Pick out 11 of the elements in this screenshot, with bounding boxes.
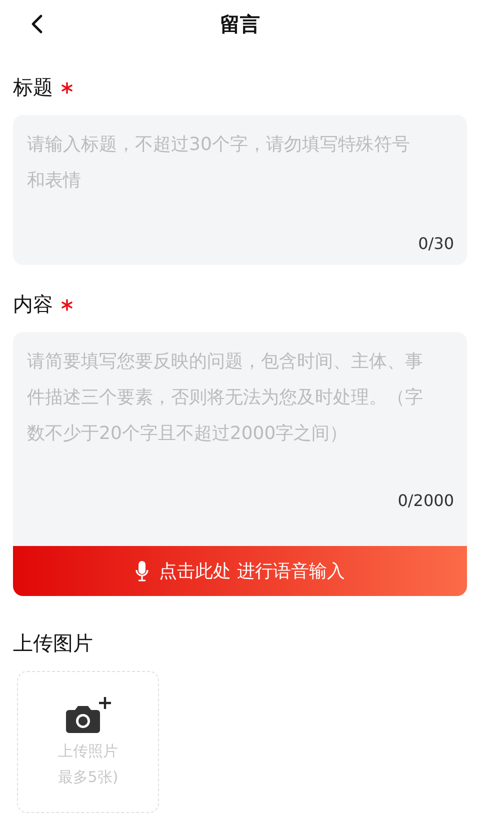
field-label: 内容 (13, 291, 53, 318)
add-camera-icon (64, 696, 112, 736)
voice-input-button[interactable]: 点击此处 进行语音输入 (13, 546, 467, 596)
character-counter: 0/30 (418, 234, 454, 253)
character-counter: 0/2000 (398, 491, 454, 510)
page-title: 留言 (220, 10, 260, 38)
back-icon (31, 14, 43, 34)
section-label: 上传图片 (13, 630, 93, 657)
field-label: 标题 (13, 74, 53, 101)
back-button[interactable] (29, 12, 45, 36)
microphone-icon (135, 560, 150, 582)
